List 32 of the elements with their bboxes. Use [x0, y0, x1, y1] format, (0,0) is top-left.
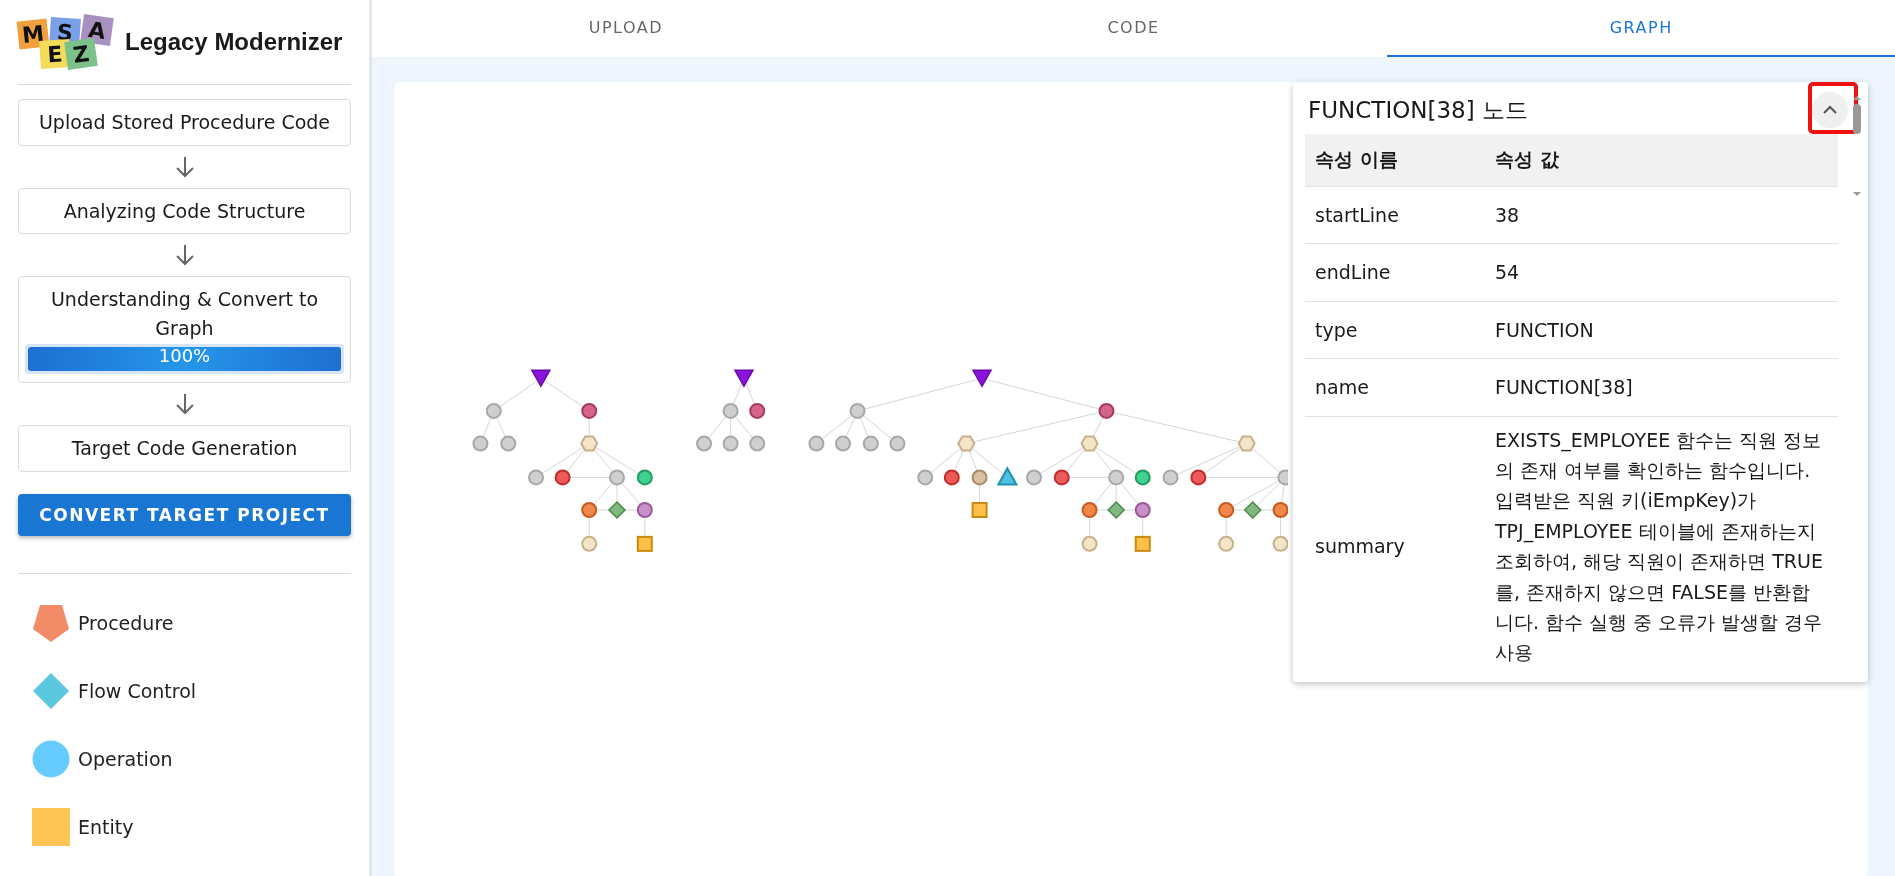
logo-letter: M: [16, 18, 50, 50]
property-name: summary: [1305, 416, 1485, 676]
graph-nodes[interactable]: [472, 369, 1288, 552]
step-label: Analyzing Code Structure: [62, 198, 307, 224]
property-value: EXISTS_EMPLOYEE 함수는 직원 정보의 존재 여부를 확인하는 함수입니다. 입력받은 직원 키(iEmpKey)가 TPJ_EMPLOYEE 테이블에 존재하는지 조회하여, 해당 직원이 존재하면 TRUE를, 존재하지 않으면 FALSE를 반환합니다. 함수 실행 중 오류가 발생할 경우 사용: [1485, 416, 1838, 676]
step-label: Understanding & Convert to Graph: [49, 287, 320, 341]
chevron-up-icon: [1822, 105, 1838, 115]
progress-text: 100%: [158, 344, 211, 369]
property-name: name: [1305, 358, 1485, 417]
legend-label: Flow Control: [78, 680, 197, 702]
legend-label: Entity: [78, 816, 134, 838]
property-value: 38: [1485, 186, 1838, 244]
column-header: 속성 이름: [1305, 134, 1485, 187]
property-value: FUNCTION[38]: [1485, 358, 1838, 417]
scrollbar[interactable]: [1850, 96, 1864, 196]
property-name: type: [1305, 301, 1485, 359]
collapse-button[interactable]: [1812, 92, 1848, 128]
property-name: endLine: [1305, 243, 1485, 302]
step-label: Target Code Generation: [70, 436, 299, 462]
column-header: 속성 값: [1485, 134, 1838, 187]
app-title: Legacy Modernizer: [125, 28, 343, 57]
arrow-down-icon: [174, 244, 195, 267]
step-label: Upload Stored Procedure Code: [37, 110, 332, 136]
convert-button[interactable]: CONVERT TARGET PROJECT: [18, 493, 351, 536]
legend-label: Operation: [78, 748, 173, 770]
property-name: startLine: [1305, 186, 1485, 244]
arrow-down-icon: [174, 393, 195, 416]
property-value: FUNCTION: [1485, 301, 1838, 359]
panel-title: FUNCTION[38] 노드: [1308, 95, 1528, 125]
legend-label: Procedure: [78, 612, 174, 634]
arrow-down-icon: [174, 155, 195, 178]
property-value: 54: [1485, 243, 1838, 302]
